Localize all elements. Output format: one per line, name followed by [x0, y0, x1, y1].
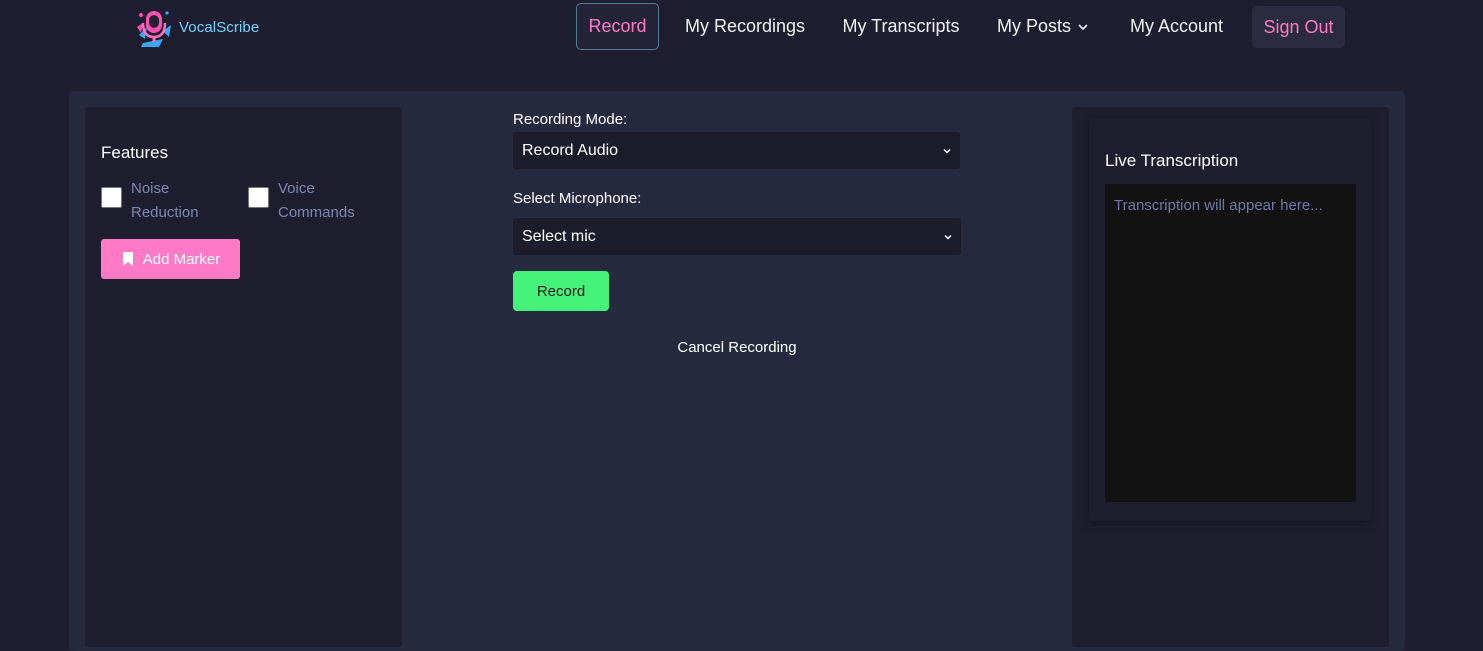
chevron-down-icon [944, 234, 952, 240]
noise-reduction-option: Noise Reduction [101, 177, 221, 225]
nav-my-posts-dropdown[interactable]: My Posts [988, 3, 1098, 50]
bookmark-icon [122, 252, 133, 266]
recording-mode-value: Record Audio [522, 141, 619, 159]
noise-reduction-label: Noise Reduction [131, 180, 199, 221]
add-marker-label: Add Marker [142, 250, 221, 268]
live-transcription-title: Live Transcription [1105, 151, 1239, 170]
nav-my-transcripts[interactable]: My Transcripts [834, 3, 968, 50]
record-button[interactable]: Record [513, 271, 609, 311]
brand-name: VocalScribe [179, 18, 260, 36]
transcription-output[interactable]: Transcription will appear here... [1105, 184, 1356, 502]
sign-out-button[interactable]: Sign Out [1252, 6, 1345, 48]
features-title: Features [101, 143, 169, 162]
microphone-select[interactable]: Select mic [513, 218, 961, 255]
top-navbar: VocalScribe Record My Recordings My Tran… [0, 0, 1483, 56]
nav-record[interactable]: Record [576, 3, 659, 50]
nav-my-posts-label: My Posts [996, 16, 1071, 36]
microphone-logo-icon [137, 11, 171, 47]
select-microphone-label: Select Microphone: [513, 190, 642, 207]
noise-reduction-checkbox[interactable] [101, 187, 122, 208]
voice-commands-label: Voice Commands [278, 180, 355, 221]
recording-mode-label: Recording Mode: [513, 111, 628, 128]
voice-commands-checkbox[interactable] [248, 187, 269, 208]
voice-commands-option: Voice Commands [248, 177, 368, 225]
chevron-down-icon [943, 148, 951, 154]
nav-my-account[interactable]: My Account [1119, 3, 1234, 50]
nav-my-recordings[interactable]: My Recordings [676, 3, 814, 50]
recording-mode-select[interactable]: Record Audio [513, 132, 960, 169]
microphone-value: Select mic [522, 227, 596, 245]
cancel-recording-link[interactable]: Cancel Recording [660, 339, 814, 356]
brand-link[interactable]: VocalScribe [133, 4, 259, 50]
add-marker-button[interactable]: Add Marker [101, 239, 240, 279]
chevron-down-icon [1078, 23, 1088, 30]
